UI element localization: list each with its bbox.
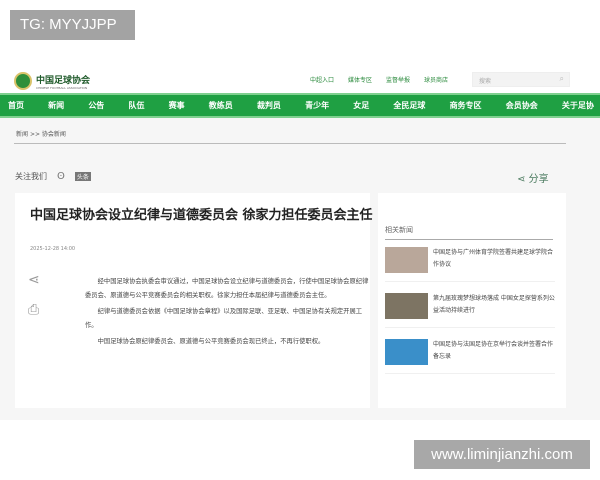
watermark: www.liminjianzhi.com: [414, 440, 590, 469]
logo-text: 中国足球协会: [36, 75, 91, 86]
paragraph: 中国足球协会原纪律委员会、原道德与公平竞赛委员会现已终止，不再行使职权。: [97, 338, 325, 345]
nav-item[interactable]: 裁判员: [257, 100, 281, 111]
search-icon[interactable]: ⌕: [560, 74, 564, 84]
nav-item[interactable]: 赛事: [169, 100, 185, 111]
top-link[interactable]: 监督举报: [386, 75, 410, 84]
follow-label: 关注我们: [15, 172, 47, 181]
article-date: 2025-12-28 14:00: [30, 246, 76, 252]
breadcrumb-current[interactable]: 协会新闻: [42, 131, 66, 138]
weibo-icon[interactable]: ʘ: [57, 171, 65, 182]
paragraph: 纪律与道德委员会依据《中国足球协会章程》以及国际足联、亚足联、中国足协有关规定开…: [85, 308, 363, 329]
main-nav: 首页 新闻 公告 队伍 赛事 教练员 裁判员 青少年 女足 全民足球 商务专区 …: [0, 93, 600, 118]
overlay-tag: TG: MYYJJPP: [10, 10, 135, 40]
related-news-item[interactable]: 中国足协与广州体育学院签署共建足球学院合作协议: [385, 247, 555, 282]
nav-item[interactable]: 新闻: [48, 100, 64, 111]
cfa-emblem-icon: [14, 72, 32, 90]
news-title: 中国足协与法国足协在京举行会谈并签署合作备忘录: [433, 341, 554, 360]
article-title: 中国足球协会设立纪律与道德委员会 徐家力担任委员会主任: [30, 208, 373, 223]
paragraph: 经中国足球协会执委会审议通过，中国足球协会设立纪律与道德委员会，行使中国足球协会…: [85, 278, 369, 299]
follow-row: 关注我们 ʘ 头条: [15, 171, 91, 182]
nav-item[interactable]: 首页: [8, 100, 24, 111]
news-thumbnail: [385, 339, 428, 365]
share-label: 分享: [528, 174, 549, 185]
share-button[interactable]: ⋖ 分享: [517, 170, 549, 185]
news-thumbnail: [385, 247, 428, 273]
nav-item[interactable]: 全民足球: [393, 100, 425, 111]
divider: [14, 143, 566, 144]
nav-item[interactable]: 女足: [353, 100, 369, 111]
top-link[interactable]: 媒体专区: [348, 75, 372, 84]
divider: [385, 239, 553, 240]
article-body: 经中国足球协会执委会审议通过，中国足球协会设立纪律与道德委员会，行使中国足球协会…: [85, 275, 370, 352]
news-title: 第九届玫瑰梦想球场落成 中国女足探营系列公益活动持续进行: [433, 295, 555, 314]
nav-item[interactable]: 会员协会: [506, 100, 538, 111]
logo-subtext: CHINESE FOOTBALL ASSOCIATION: [36, 85, 88, 90]
breadcrumb-home[interactable]: 新闻: [16, 131, 28, 138]
nav-item[interactable]: 教练员: [209, 100, 233, 111]
top-link[interactable]: 中超入口: [310, 75, 334, 84]
breadcrumb-separator: >>: [29, 131, 40, 138]
nav-item[interactable]: 关于足协: [562, 100, 594, 111]
nav-item[interactable]: 商务专区: [450, 100, 482, 111]
share-icon: ⋖: [517, 174, 526, 185]
logo[interactable]: 中国足球协会 CHINESE FOOTBALL ASSOCIATION: [14, 72, 90, 90]
print-icon[interactable]: ⎙: [28, 302, 39, 318]
share-icon[interactable]: ⋖: [28, 272, 40, 288]
breadcrumb: 新闻 >> 协会新闻: [16, 129, 66, 138]
related-news-item[interactable]: 第九届玫瑰梦想球场落成 中国女足探营系列公益活动持续进行: [385, 293, 555, 328]
news-title: 中国足协与广州体育学院签署共建足球学院合作协议: [433, 249, 554, 268]
related-news-title: 相关新闻: [385, 226, 413, 234]
toutiao-icon[interactable]: 头条: [74, 172, 91, 181]
top-link[interactable]: 球员商店: [424, 75, 448, 84]
nav-item[interactable]: 队伍: [128, 100, 144, 111]
news-thumbnail: [385, 293, 428, 319]
related-news-item[interactable]: 中国足协与法国足协在京举行会谈并签署合作备忘录: [385, 339, 555, 374]
search-placeholder: 搜索: [479, 78, 492, 85]
top-links: 中超入口 媒体专区 监督举报 球员商店: [310, 75, 448, 84]
search-input[interactable]: 搜索 ⌕: [472, 72, 570, 87]
nav-item[interactable]: 公告: [88, 100, 104, 111]
nav-item[interactable]: 青少年: [305, 100, 329, 111]
